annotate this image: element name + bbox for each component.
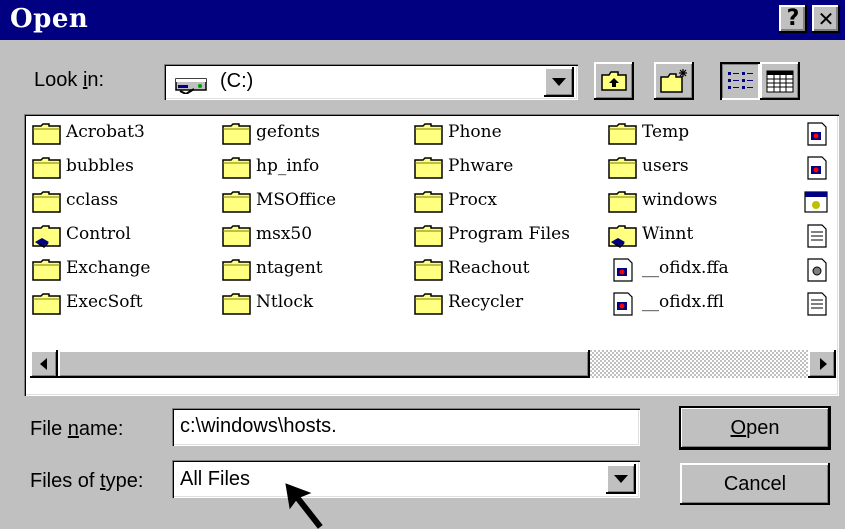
scroll-left-button[interactable] xyxy=(30,350,58,378)
file-icon xyxy=(613,292,633,316)
list-item[interactable]: Winnt xyxy=(608,222,788,248)
list-item[interactable]: Ntlock xyxy=(222,290,402,316)
open-dialog: Open ? ✕ Look in: (C:) Acrobat3 bubbles … xyxy=(0,0,845,529)
list-item[interactable]: msx50 xyxy=(222,222,402,248)
details-view-icon xyxy=(766,70,794,93)
file-type-value: All Files xyxy=(180,468,251,490)
text-file-icon xyxy=(807,292,827,316)
folder-icon xyxy=(608,191,637,213)
folder-icon xyxy=(414,259,443,281)
file-icon xyxy=(807,122,827,146)
list-item[interactable]: hp_info xyxy=(222,154,402,180)
file-icon xyxy=(807,156,827,180)
list-item[interactable]: users xyxy=(608,154,788,180)
list-item[interactable]: MSOffice xyxy=(222,188,402,214)
folder-icon xyxy=(32,157,61,179)
new-folder-icon xyxy=(660,69,687,93)
folder-icon xyxy=(222,123,251,145)
list-item[interactable]: __ofidx.ffl xyxy=(608,290,788,316)
list-item[interactable]: Control xyxy=(32,222,212,248)
look-in-dropdown-button[interactable] xyxy=(544,67,574,97)
folder-icon xyxy=(32,293,61,315)
list-view-button[interactable] xyxy=(720,62,760,100)
folder-icon xyxy=(32,191,61,213)
folder-icon xyxy=(414,123,443,145)
folder-icon xyxy=(222,157,251,179)
dialog-title: Open xyxy=(10,4,89,34)
list-item[interactable]: __ofidx.ffa xyxy=(608,256,788,282)
list-item[interactable]: cclass xyxy=(32,188,212,214)
settings-file-icon xyxy=(807,258,827,282)
look-in-combo[interactable]: (C:) xyxy=(164,64,578,100)
list-item[interactable]: gefonts xyxy=(222,120,402,146)
folder-icon xyxy=(222,191,251,213)
folder-icon xyxy=(414,191,443,213)
file-name-label: File name: xyxy=(30,418,124,440)
details-view-button[interactable] xyxy=(760,62,800,100)
folder-icon xyxy=(414,157,443,179)
list-item[interactable]: Exchange xyxy=(32,256,212,282)
title-bar[interactable]: Open ? ✕ xyxy=(0,0,845,40)
file-name-input[interactable]: c:\windows\hosts. xyxy=(172,408,640,446)
list-item[interactable]: Temp xyxy=(608,120,788,146)
drive-icon xyxy=(175,78,207,94)
file-type-select[interactable]: All Files xyxy=(172,460,640,498)
list-item[interactable]: Phone xyxy=(414,120,604,146)
list-item[interactable]: Reachout xyxy=(414,256,604,282)
up-one-level-button[interactable] xyxy=(594,62,634,100)
arrow-right-icon xyxy=(820,358,827,370)
look-in-value: (C:) xyxy=(220,70,254,92)
help-button[interactable]: ? xyxy=(779,5,807,33)
list-item[interactable]: ntagent xyxy=(222,256,402,282)
folder-icon xyxy=(608,123,637,145)
list-item[interactable]: Recycler xyxy=(414,290,604,316)
open-button[interactable]: Open xyxy=(679,406,831,450)
up-folder-icon xyxy=(601,71,627,91)
shared-folder-icon xyxy=(32,225,61,248)
folder-icon xyxy=(222,259,251,281)
look-in-label: Look in: xyxy=(34,69,105,91)
folder-icon xyxy=(222,225,251,247)
arrow-left-icon xyxy=(40,358,47,370)
folder-icon xyxy=(608,157,637,179)
scroll-thumb[interactable] xyxy=(58,350,590,378)
folder-icon xyxy=(414,293,443,315)
horizontal-scrollbar[interactable] xyxy=(30,350,836,378)
folder-icon xyxy=(414,225,443,247)
list-item[interactable]: Program Files xyxy=(414,222,604,248)
shared-folder-icon xyxy=(608,225,637,248)
list-view-icon xyxy=(728,72,753,89)
file-icon xyxy=(613,258,633,282)
text-file-icon xyxy=(807,224,827,248)
scroll-right-button[interactable] xyxy=(808,350,836,378)
list-item[interactable]: bubbles xyxy=(32,154,212,180)
folder-icon xyxy=(222,293,251,315)
close-button[interactable]: ✕ xyxy=(812,5,840,33)
list-item[interactable]: Phware xyxy=(414,154,604,180)
file-type-dropdown-button[interactable] xyxy=(606,464,636,494)
file-name-value: c:\windows\hosts. xyxy=(180,415,337,437)
folder-icon xyxy=(32,259,61,281)
list-item[interactable]: windows xyxy=(608,188,788,214)
list-item[interactable]: Procx xyxy=(414,188,604,214)
mouse-pointer-icon xyxy=(285,483,323,529)
file-type-label: Files of type: xyxy=(30,470,144,492)
chevron-down-icon xyxy=(614,475,628,483)
cancel-button[interactable]: Cancel xyxy=(680,463,830,505)
folder-icon xyxy=(32,123,61,145)
list-item[interactable]: Acrobat3 xyxy=(32,120,212,146)
chevron-down-icon xyxy=(552,78,566,86)
list-item[interactable]: ExecSoft xyxy=(32,290,212,316)
application-icon xyxy=(804,191,828,213)
new-folder-button[interactable] xyxy=(654,62,694,100)
